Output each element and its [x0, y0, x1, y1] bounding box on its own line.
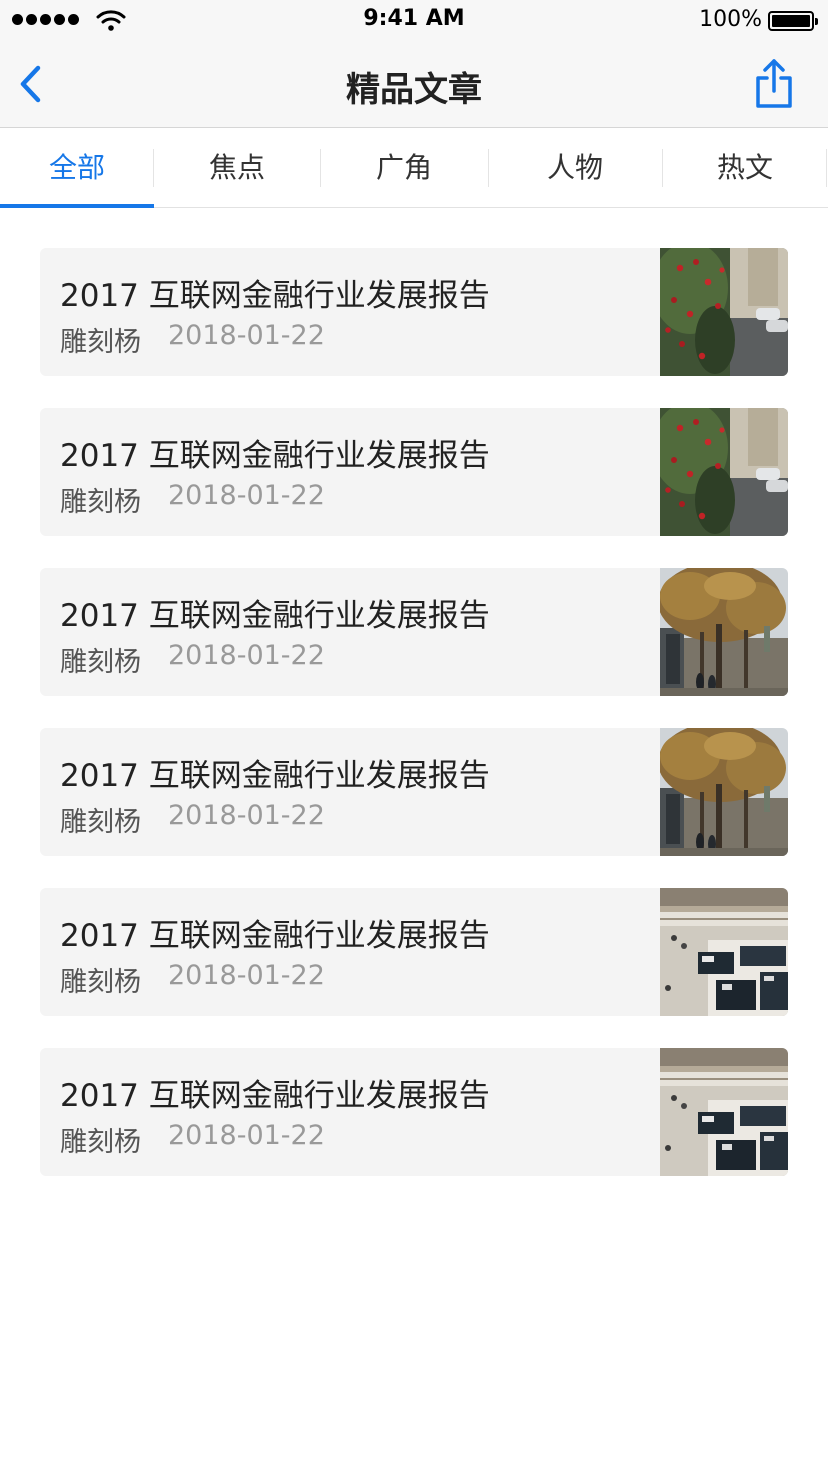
category-tabs: 全部 焦点 广角 人物 热文: [0, 129, 828, 208]
share-button[interactable]: [754, 58, 794, 110]
article-card[interactable]: 2017 互联网金融行业发展报告 雕刻杨 2018-01-22: [40, 728, 788, 856]
article-title: 2017 互联网金融行业发展报告: [60, 918, 490, 954]
tab-people[interactable]: 人物: [488, 129, 662, 207]
article-date: 2018-01-22: [168, 960, 325, 991]
article-thumbnail: [660, 1048, 788, 1176]
article-card[interactable]: 2017 互联网金融行业发展报告 雕刻杨 2018-01-22: [40, 248, 788, 376]
article-date: 2018-01-22: [168, 320, 325, 351]
article-author: 雕刻杨: [60, 1127, 141, 1158]
tab-label: 人物: [546, 151, 603, 184]
tab-wide-angle[interactable]: 广角: [320, 129, 488, 207]
article-thumbnail: [660, 248, 788, 376]
article-thumbnail: [660, 408, 788, 536]
navigation-bar: 精品文章: [0, 40, 828, 128]
tab-focus[interactable]: 焦点: [154, 129, 320, 207]
tab-label: 热文: [716, 151, 773, 184]
article-date: 2018-01-22: [168, 640, 325, 671]
article-thumbnail: [660, 728, 788, 856]
page-title: 精品文章: [346, 70, 482, 110]
article-author: 雕刻杨: [60, 807, 141, 838]
battery-icon: [768, 11, 818, 31]
status-bar: 9:41 AM 100%: [0, 0, 828, 40]
article-card[interactable]: 2017 互联网金融行业发展报告 雕刻杨 2018-01-22: [40, 888, 788, 1016]
article-card[interactable]: 2017 互联网金融行业发展报告 雕刻杨 2018-01-22: [40, 1048, 788, 1176]
tab-hot[interactable]: 热文: [662, 129, 828, 207]
article-title: 2017 互联网金融行业发展报告: [60, 598, 490, 634]
active-tab-indicator: [0, 204, 154, 208]
article-date: 2018-01-22: [168, 1120, 325, 1151]
tab-label: 全部: [48, 151, 105, 184]
article-author: 雕刻杨: [60, 967, 141, 998]
article-title: 2017 互联网金融行业发展报告: [60, 1078, 490, 1114]
article-author: 雕刻杨: [60, 487, 141, 518]
article-date: 2018-01-22: [168, 800, 325, 831]
share-icon: [756, 59, 792, 108]
article-title: 2017 互联网金融行业发展报告: [60, 278, 490, 314]
article-thumbnail: [660, 888, 788, 1016]
article-title: 2017 互联网金融行业发展报告: [60, 758, 490, 794]
tab-label: 广角: [375, 151, 432, 184]
tab-label: 焦点: [208, 151, 265, 184]
article-author: 雕刻杨: [60, 647, 141, 678]
article-title: 2017 互联网金融行业发展报告: [60, 438, 490, 474]
article-card[interactable]: 2017 互联网金融行业发展报告 雕刻杨 2018-01-22: [40, 568, 788, 696]
article-date: 2018-01-22: [168, 480, 325, 511]
tab-divider: [826, 149, 827, 187]
battery-percentage: 100%: [699, 7, 762, 32]
tab-all[interactable]: 全部: [0, 129, 154, 208]
article-author: 雕刻杨: [60, 327, 141, 358]
article-thumbnail: [660, 568, 788, 696]
article-card[interactable]: 2017 互联网金融行业发展报告 雕刻杨 2018-01-22: [40, 408, 788, 536]
